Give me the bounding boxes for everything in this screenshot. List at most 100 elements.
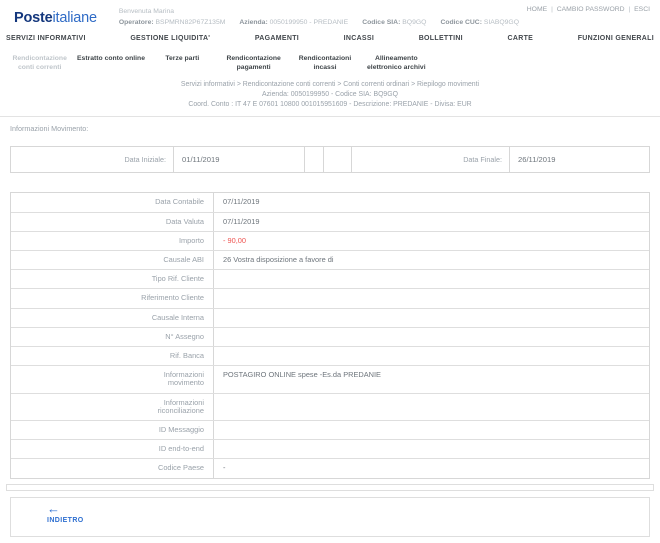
session-fields: Operatore: BSPMRN82P67Z135M Azienda: 005…: [119, 19, 519, 26]
row-label: Data Valuta: [165, 216, 204, 226]
table-row-data-contabile: Data Contabile 07/11/2019: [11, 193, 649, 212]
row-value: [214, 440, 649, 458]
subnav-rendicontazione-pagamenti[interactable]: Rendicontazione pagamenti: [218, 54, 289, 72]
section-title: Informazioni Movimento:: [10, 124, 89, 134]
row-label: ID Messaggio: [158, 424, 204, 434]
empty-cell: [304, 147, 323, 173]
breadcrumb-block: Servizi informativi > Rendicontazione co…: [0, 80, 660, 118]
nav-bollettini[interactable]: BOLLETTINI: [419, 35, 463, 42]
main-nav: SERVIZI INFORMATIVI GESTIONE LIQUIDITA' …: [0, 35, 660, 42]
breadcrumb[interactable]: Servizi informativi > Rendicontazione co…: [0, 80, 660, 90]
posteitaliane-logo[interactable]: Posteitaliane: [14, 10, 97, 26]
data-iniziale-label: Data Iniziale:: [124, 155, 166, 165]
row-label: Riferimento Cliente: [141, 293, 204, 303]
table-row-informazioni-movimento: Informazioni movimento POSTAGIRO ONLINE …: [11, 365, 649, 393]
data-iniziale-value: 01/11/2019: [173, 147, 304, 173]
footer-action-bar: ← INDIETRO: [10, 496, 650, 537]
data-finale-value: 26/11/2019: [509, 147, 649, 173]
nav-incassi[interactable]: INCASSI: [344, 35, 375, 42]
subnav-rendicontazioni-incassi[interactable]: Rendicontazioni incassi: [289, 54, 360, 72]
subnav-terze-parti[interactable]: Terze parti: [147, 54, 218, 72]
movement-detail-table: Data Contabile 07/11/2019 Data Valuta 07…: [10, 192, 650, 479]
account-info-line: Azienda: 0050199950 - Codice SIA: BQ9GQ: [262, 91, 398, 99]
subnav-estratto-conto-online[interactable]: Estratto conto online: [75, 54, 146, 72]
row-value: [214, 289, 649, 307]
back-arrow-icon: ←: [47, 500, 60, 516]
nav-pagamenti[interactable]: PAGAMENTI: [255, 35, 299, 42]
azienda-value: 0050199950 - PREDANIE: [269, 19, 349, 26]
row-value: [214, 421, 649, 439]
row-value: POSTAGIRO ONLINE spese -Es.da PREDANIE: [223, 370, 381, 380]
azienda-label: Azienda:: [239, 19, 268, 26]
logo-text-poste: Poste: [14, 10, 53, 26]
table-row-causale-abi: Causale ABI 26 Vostra disposizione a fav…: [11, 249, 649, 270]
table-row-id-messaggio: ID Messaggio: [11, 419, 649, 440]
link-divider: |: [628, 6, 631, 13]
row-value-negative-amount: - 90,00: [223, 235, 247, 245]
header-links: HOME | CAMBIO PASSWORD | ESCI: [527, 6, 650, 13]
home-link[interactable]: HOME: [527, 6, 547, 13]
subnav-rendicontazione-conti-correnti[interactable]: Rendicontazione conti correnti: [4, 54, 75, 72]
codice-cuc-label: Codice CUC:: [440, 19, 482, 26]
table-row-informazioni-riconciliazione: Informazioni riconciliazione: [11, 392, 649, 420]
indietro-back-button[interactable]: ← INDIETRO: [47, 502, 84, 524]
row-value: 07/11/2019: [223, 216, 260, 226]
row-label: Informazioni movimento: [163, 370, 204, 388]
row-value: 26 Vostra disposizione a favore di: [223, 254, 334, 264]
row-label: Informazioni riconciliazione: [157, 397, 204, 415]
table-row-id-end-to-end: ID end-to-end: [11, 439, 649, 459]
welcome-text: Benvenuta Marina: [118, 8, 175, 15]
row-label: ID end-to-end: [158, 444, 204, 454]
row-value: [214, 394, 649, 420]
row-value: 07/11/2019: [223, 197, 260, 207]
row-value: [214, 309, 649, 327]
cambio-password-link[interactable]: CAMBIO PASSWORD: [557, 6, 625, 13]
row-value: [214, 347, 649, 365]
table-row-codice-paese: Codice Paese -: [11, 458, 649, 478]
nav-servizi-informativi[interactable]: SERVIZI INFORMATIVI: [6, 35, 86, 42]
date-filter-table: Data Iniziale: 01/11/2019 Data Finale: 2…: [10, 146, 650, 174]
esci-link[interactable]: ESCI: [634, 6, 650, 13]
sub-nav: Rendicontazione conti correnti Estratto …: [0, 54, 432, 72]
data-finale-label: Data Finale:: [351, 147, 509, 173]
row-label: Codice Paese: [157, 463, 204, 473]
top-header: Posteitaliane Benvenuta Marina Operatore…: [0, 0, 660, 26]
nav-gestione-liquidita[interactable]: GESTIONE LIQUIDITA': [130, 35, 210, 42]
codice-cuc-field: Codice CUC: SIABQ9GQ: [440, 19, 519, 26]
row-label: Tipo Rif. Cliente: [151, 274, 204, 284]
row-label: Rif. Banca: [169, 350, 204, 360]
codice-cuc-value: SIABQ9GQ: [483, 19, 520, 26]
row-label: N° Assegno: [165, 331, 204, 341]
row-label: Importo: [178, 235, 204, 245]
table-row-importo: Importo - 90,00: [11, 230, 649, 250]
codice-sia-value: BQ9GQ: [402, 19, 427, 26]
table-row-riferimento-cliente: Riferimento Cliente: [11, 288, 649, 308]
link-divider: |: [551, 6, 553, 13]
operator-value: BSPMRN82P67Z135M: [155, 19, 226, 26]
table-row-n-assegno: N° Assegno: [11, 326, 649, 346]
codice-sia-label: Codice SIA:: [362, 19, 401, 26]
operator-field: Operatore: BSPMRN82P67Z135M: [119, 19, 226, 26]
operator-label: Operatore:: [118, 19, 154, 26]
subnav-allineamento-elettronico-archivi[interactable]: Allineamento elettronico archivi: [361, 54, 432, 72]
movement-detail-page: Posteitaliane Benvenuta Marina Operatore…: [0, 0, 660, 543]
logo-text-italiane: italiane: [52, 10, 98, 26]
row-value: -: [223, 463, 226, 473]
back-button-label: INDIETRO: [47, 516, 84, 524]
row-value: [214, 328, 649, 346]
row-label: Causale ABI: [163, 254, 204, 264]
codice-sia-field: Codice SIA: BQ9GQ: [362, 19, 426, 26]
azienda-field: Azienda: 0050199950 - PREDANIE: [239, 19, 348, 26]
empty-strip: [6, 483, 654, 491]
row-value: [214, 270, 649, 288]
empty-cell: [323, 147, 351, 173]
nav-funzioni-generali[interactable]: FUNZIONI GENERALI: [578, 35, 654, 42]
table-row-data-valuta: Data Valuta 07/11/2019: [11, 211, 649, 231]
table-row-rif-banca: Rif. Banca: [11, 345, 649, 366]
session-info: Benvenuta Marina Operatore: BSPMRN82P67Z…: [119, 8, 519, 26]
nav-carte[interactable]: CARTE: [508, 35, 534, 42]
coord-conto-line: Coord. Conto : IT 47 E 07601 10800 00101…: [188, 101, 472, 109]
table-row-causale-interna: Causale Interna: [11, 307, 649, 327]
row-label: Causale Interna: [151, 312, 204, 322]
table-row-tipo-rif-cliente: Tipo Rif. Cliente: [11, 269, 649, 289]
